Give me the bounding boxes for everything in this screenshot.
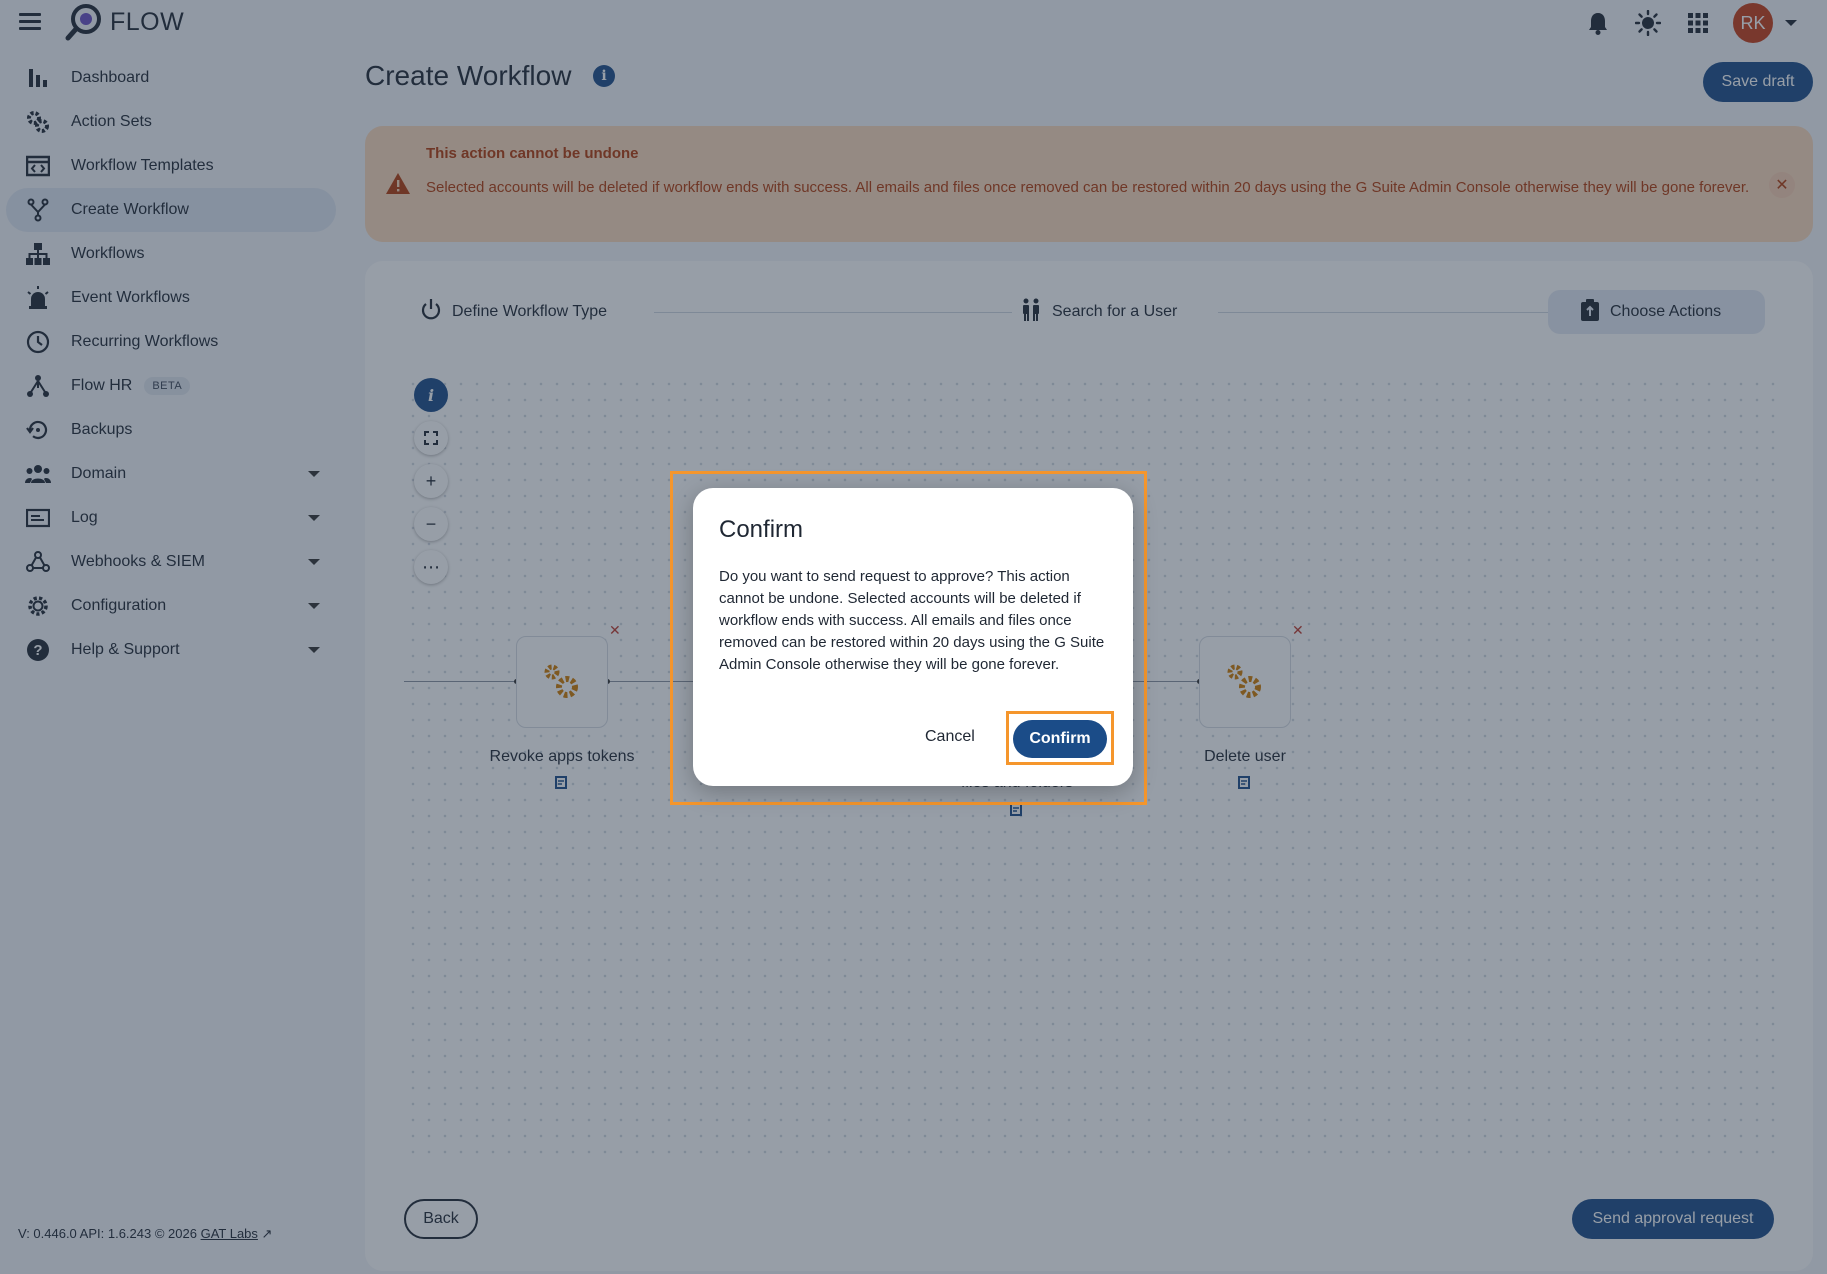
dialog-title: Confirm [719,516,804,543]
dialog-message: Do you want to send request to approve? … [719,568,1105,673]
confirm-button[interactable]: Confirm [1013,720,1107,758]
cancel-button[interactable]: Cancel [925,728,975,746]
